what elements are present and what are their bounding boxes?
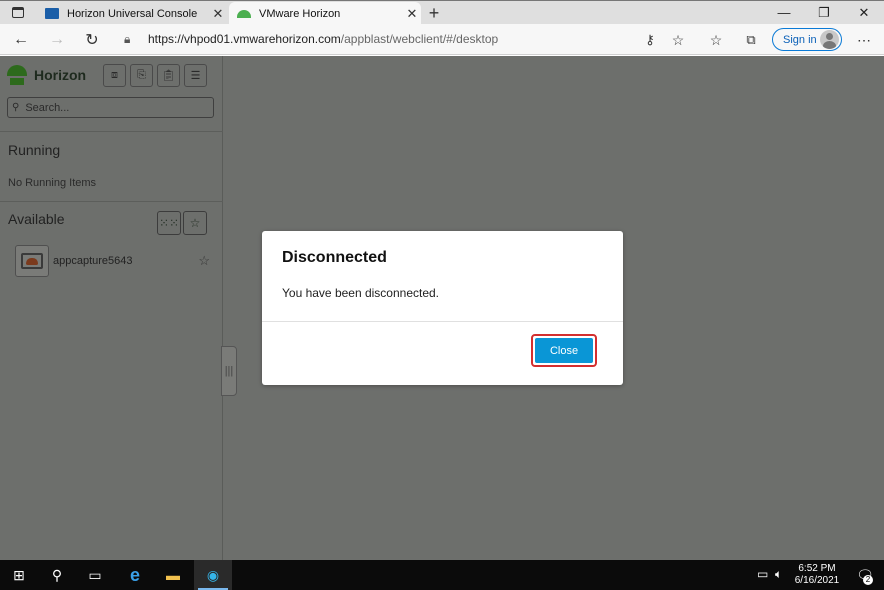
restore-icon[interactable]: ❐: [804, 1, 844, 24]
horizon-logo: Horizon: [7, 65, 86, 85]
more-options-icon[interactable]: ⋯: [853, 29, 875, 51]
divider: [0, 131, 223, 132]
brand-name: Horizon: [34, 67, 87, 83]
clock-time: 6:52 PM: [798, 563, 836, 574]
search-icon: ⚲: [12, 102, 20, 113]
horizon-favicon-icon: [237, 9, 251, 18]
browser-toolbar: ← → ↻ 🔒︎ https://vhpod01.vmwarehorizon.c…: [0, 24, 884, 55]
address-bar[interactable]: https://vhpod01.vmwarehorizon.com/appbla…: [148, 32, 498, 46]
dialog-message: You have been disconnected.: [282, 286, 440, 300]
view-toggle: ⁙⁙ ☆: [157, 211, 207, 235]
apps-icon[interactable]: ⧈: [103, 64, 126, 87]
tab-vmware-horizon[interactable]: VMware Horizon ✕: [229, 2, 421, 25]
app-name: appcapture5643: [53, 255, 133, 267]
search-placeholder: Search...: [25, 101, 70, 114]
dialog-title: Disconnected: [282, 249, 387, 266]
close-window-icon[interactable]: ✕: [844, 1, 884, 24]
browser-tab-bar: Horizon Universal Console ✕ VMware Horiz…: [0, 0, 884, 25]
close-button[interactable]: Close: [535, 338, 593, 363]
tab-close-icon[interactable]: ✕: [209, 6, 227, 22]
app-item[interactable]: appcapture5643 ☆: [15, 244, 210, 278]
sign-in-label: Sign in: [783, 33, 817, 46]
file-explorer-icon[interactable]: ▬: [154, 560, 192, 590]
sidebar-collapse-handle[interactable]: |||: [221, 346, 237, 396]
tab-title: VMware Horizon: [259, 7, 341, 20]
add-favorite-icon[interactable]: ☆: [667, 29, 689, 51]
available-section-title: Available: [8, 211, 65, 227]
clock-date: 6/16/2021: [794, 575, 840, 586]
sign-in-button[interactable]: Sign in: [772, 28, 842, 51]
tab-horizon-console[interactable]: Horizon Universal Console ✕: [37, 2, 227, 25]
favorite-star-icon[interactable]: ☆: [198, 253, 210, 269]
notification-count: 2: [863, 575, 873, 585]
tab-actions-button[interactable]: [0, 1, 36, 24]
avatar-icon: [820, 30, 839, 49]
tab-title: Horizon Universal Console: [67, 7, 198, 20]
minimize-icon[interactable]: —: [764, 1, 804, 24]
favorites-filter-icon[interactable]: ☆: [183, 211, 207, 235]
internet-explorer-icon[interactable]: e: [116, 560, 154, 590]
grid-view-icon[interactable]: ⁙⁙: [157, 211, 181, 235]
start-windows-icon[interactable]: ⊞: [0, 560, 38, 590]
running-section-title: Running: [8, 142, 61, 158]
running-empty-message: No Running Items: [8, 177, 97, 189]
windows-taskbar: ⊞ ⚲ ▭ e ▬ ◉ ▭ 🔈︎ 6:52 PM 6/16/2021 🗨︎ 2: [0, 560, 884, 590]
notifications-icon[interactable]: 🗨︎ 2: [846, 560, 884, 590]
window-controls: — ❐ ✕: [764, 1, 884, 24]
back-arrow-icon[interactable]: ←: [10, 29, 32, 51]
sidebar: Horizon ⧈ ⎘ 📋︎ ☰ ⚲ Search... Running No …: [0, 56, 223, 560]
search-input[interactable]: ⚲ Search...: [7, 97, 214, 118]
key-icon[interactable]: ⚷: [639, 29, 661, 51]
tab-close-icon[interactable]: ✕: [403, 6, 421, 22]
refresh-icon[interactable]: ↻: [81, 29, 103, 51]
documents-icon[interactable]: ⎘: [130, 64, 153, 87]
new-tab-button[interactable]: +: [424, 2, 444, 24]
collections-icon[interactable]: ⧉: [740, 29, 762, 51]
url-path: /appblast/webclient/#/desktop: [340, 32, 499, 46]
forward-arrow-icon[interactable]: →: [46, 29, 68, 51]
search-icon[interactable]: ⚲: [38, 560, 76, 590]
horizon-logo-icon: [7, 65, 27, 85]
close-button-highlight: Close: [531, 334, 597, 367]
menu-list-icon[interactable]: ☰: [184, 64, 207, 87]
clipboard-icon[interactable]: 📋︎: [157, 64, 180, 87]
task-view-icon[interactable]: ▭: [76, 560, 114, 590]
edge-browser-icon[interactable]: ◉: [194, 560, 232, 590]
sidebar-toolbar: ⧈ ⎘ 📋︎ ☰: [103, 64, 207, 87]
tab-actions-icon: [12, 7, 24, 18]
favorites-icon[interactable]: ☆: [705, 29, 727, 51]
network-icon[interactable]: ▭: [757, 567, 768, 581]
dialog-divider: [262, 321, 623, 322]
desktop-app-icon: [15, 245, 49, 277]
lock-icon[interactable]: 🔒︎: [124, 32, 130, 47]
clock[interactable]: 6:52 PM 6/16/2021: [792, 563, 842, 587]
vmware-favicon-icon: [45, 8, 59, 19]
url-host: https://vhpod01.vmwarehorizon.com: [148, 32, 341, 46]
divider: [0, 201, 223, 202]
volume-muted-icon[interactable]: 🔈︎: [775, 567, 782, 582]
disconnected-dialog: Disconnected You have been disconnected.…: [262, 231, 623, 385]
